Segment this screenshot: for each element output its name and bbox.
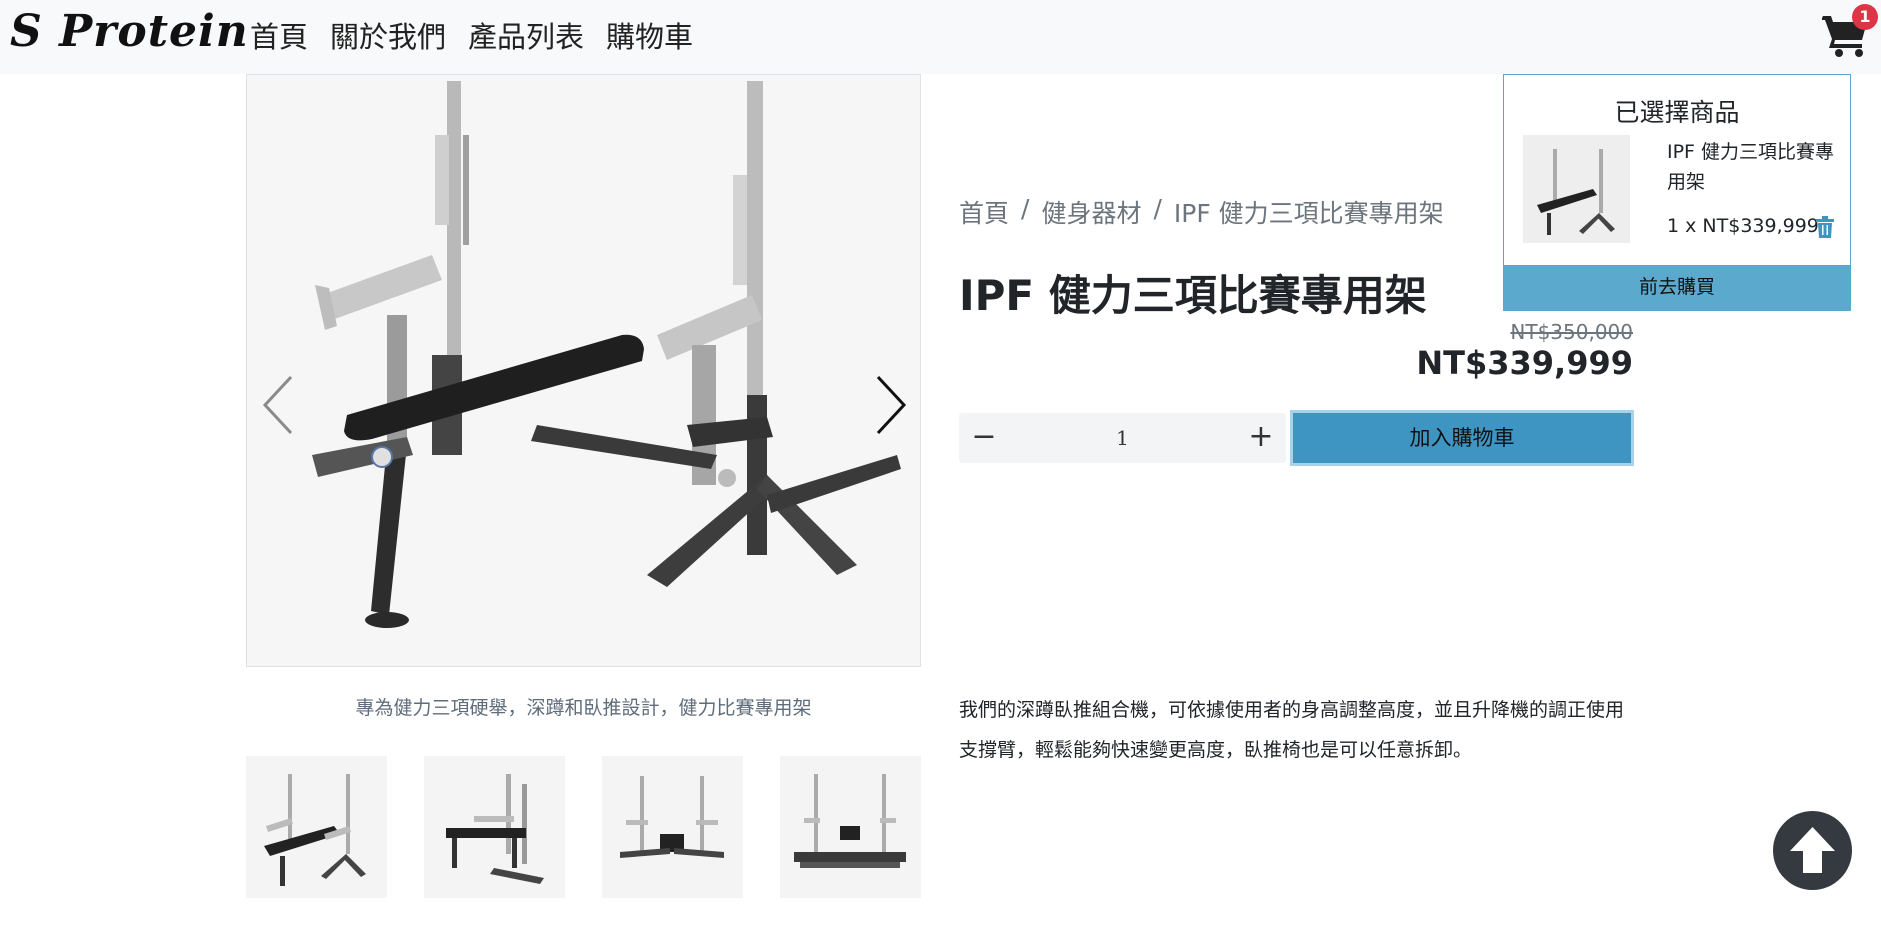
thumbnail-4[interactable] — [780, 756, 921, 898]
thumbnail-2[interactable] — [424, 756, 565, 898]
quantity-input[interactable] — [1009, 413, 1236, 463]
rack-thumbnail-3 — [620, 776, 724, 858]
rack-thumbnail-2 — [446, 774, 544, 884]
navbar: S Protein 首頁 關於我們 產品列表 購物車 1 — [0, 0, 1881, 74]
chevron-right-icon — [876, 375, 907, 435]
thumbnail-1[interactable] — [246, 756, 387, 898]
trash-icon[interactable] — [1815, 216, 1835, 238]
gallery-prev-button[interactable] — [257, 365, 297, 445]
nav-link-home[interactable]: 首頁 — [250, 14, 308, 56]
rack-thumbnail-cart — [1523, 135, 1630, 243]
quantity-stepper: − + — [959, 413, 1286, 463]
cart-dropdown: 已選擇商品 IPF 健力三項比賽專用架 1 x NT$339,999 前去購買 — [1503, 74, 1851, 311]
quantity-decrease-button[interactable]: − — [959, 413, 1009, 463]
breadcrumb-category[interactable]: 健身器材 — [1041, 194, 1141, 230]
checkout-button[interactable]: 前去購買 — [1504, 265, 1850, 310]
cart-dropdown-heading: 已選擇商品 — [1614, 98, 1740, 127]
image-caption: 專為健力三項硬舉，深蹲和臥推設計，健力比賽專用架 — [355, 697, 812, 719]
squat-bench-rack-image — [247, 75, 920, 666]
breadcrumb-home[interactable]: 首頁 — [959, 194, 1009, 230]
breadcrumb-separator: / — [1153, 194, 1162, 223]
cart-item-name: IPF 健力三項比賽專用架 — [1667, 141, 1835, 193]
thumbnail-3[interactable] — [602, 756, 743, 898]
breadcrumb: 首頁 / 健身器材 / IPF 健力三項比賽專用架 — [959, 194, 1444, 230]
nav-link-products[interactable]: 產品列表 — [468, 14, 584, 56]
rack-thumbnail-1 — [264, 774, 366, 886]
cart-count-badge: 1 — [1852, 4, 1878, 30]
quantity-increase-button[interactable]: + — [1236, 413, 1286, 463]
sale-price: NT$339,999 — [1416, 344, 1633, 382]
nav-link-cart[interactable]: 購物車 — [606, 14, 693, 56]
rack-thumbnail-4 — [794, 774, 906, 868]
breadcrumb-separator: / — [1021, 194, 1030, 223]
thumbnail-strip — [246, 756, 921, 898]
cart-item-image — [1523, 135, 1630, 243]
back-to-top-button[interactable] — [1773, 811, 1852, 890]
nav-links: 首頁 關於我們 產品列表 購物車 — [250, 14, 693, 56]
chevron-left-icon — [262, 375, 293, 435]
nav-link-about[interactable]: 關於我們 — [330, 14, 446, 56]
breadcrumb-current: IPF 健力三項比賽專用架 — [1173, 199, 1444, 228]
arrow-up-icon — [1790, 827, 1835, 873]
product-title: IPF 健力三項比賽專用架 — [959, 271, 1427, 320]
brand-logo[interactable]: S Protein — [10, 6, 249, 57]
product-description: 我們的深蹲臥推組合機，可依據使用者的身高調整高度，並且升降機的調正使用支撐臂，輕… — [959, 699, 1625, 761]
original-price: NT$350,000 — [1510, 320, 1633, 344]
cart-item-price: 1 x NT$339,999 — [1667, 215, 1819, 237]
gallery-next-button[interactable] — [872, 365, 912, 445]
trash-glyph — [1816, 216, 1834, 238]
cart-button[interactable]: 1 — [1821, 4, 1878, 58]
product-main-image — [246, 74, 921, 667]
add-to-cart-button[interactable]: 加入購物車 — [1290, 410, 1634, 466]
